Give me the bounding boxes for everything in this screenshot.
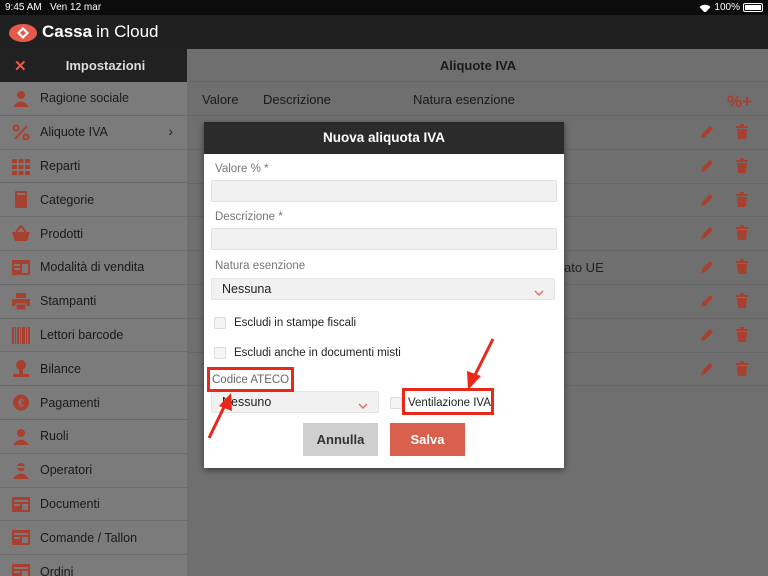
- arrow-to-ateco-icon: [207, 393, 232, 439]
- arrow-to-ventilation-icon: [467, 338, 495, 390]
- annotation-arrows: [207, 338, 495, 439]
